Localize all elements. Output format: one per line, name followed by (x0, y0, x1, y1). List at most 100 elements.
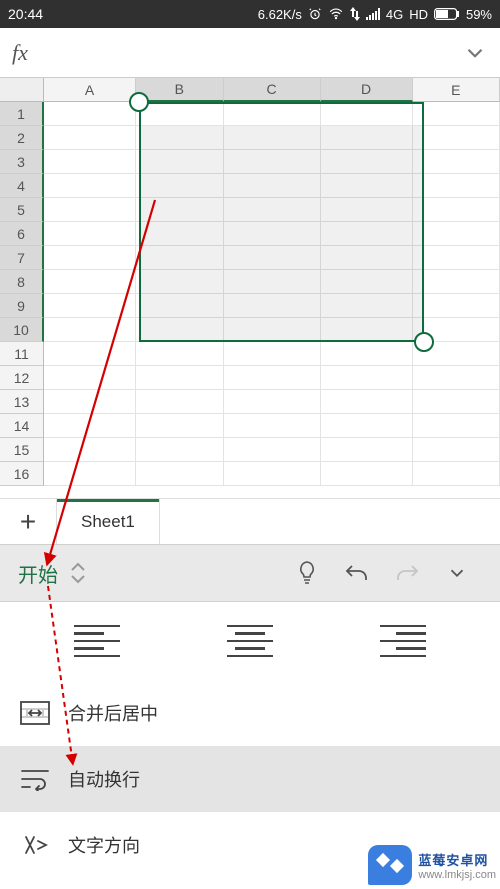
cell[interactable] (321, 198, 413, 222)
selection-handle-br[interactable] (414, 332, 434, 352)
cell[interactable] (321, 342, 413, 366)
row-header[interactable]: 12 (0, 366, 44, 390)
add-sheet-button[interactable]: + (0, 499, 56, 544)
cell[interactable] (321, 366, 413, 390)
cell[interactable] (136, 462, 223, 486)
cell[interactable] (44, 438, 136, 462)
cell[interactable] (224, 270, 321, 294)
cell[interactable] (136, 150, 223, 174)
cell[interactable] (321, 294, 413, 318)
cell[interactable] (44, 102, 136, 126)
cell[interactable] (413, 270, 500, 294)
cell[interactable] (321, 222, 413, 246)
cell[interactable] (224, 246, 321, 270)
row-header[interactable]: 1 (0, 102, 44, 126)
redo-button[interactable] (382, 562, 432, 584)
ribbon-tab-switcher[interactable] (70, 562, 86, 584)
cell[interactable] (321, 174, 413, 198)
cell[interactable] (413, 222, 500, 246)
cell[interactable] (136, 246, 223, 270)
cell[interactable] (44, 462, 136, 486)
wrap-text-button[interactable]: 自动换行 (0, 746, 500, 812)
cell[interactable] (413, 462, 500, 486)
cell[interactable] (321, 126, 413, 150)
cell[interactable] (44, 174, 136, 198)
cell[interactable] (321, 246, 413, 270)
cell[interactable] (44, 126, 136, 150)
cell[interactable] (224, 342, 321, 366)
row-header[interactable]: 4 (0, 174, 44, 198)
cell[interactable] (136, 318, 223, 342)
cell[interactable] (136, 366, 223, 390)
cell[interactable] (136, 438, 223, 462)
align-center-button[interactable] (227, 625, 273, 658)
column-header[interactable]: A (44, 78, 136, 102)
cell[interactable] (44, 198, 136, 222)
row-header[interactable]: 11 (0, 342, 44, 366)
align-right-button[interactable] (380, 625, 426, 658)
cell[interactable] (44, 246, 136, 270)
cell[interactable] (413, 102, 500, 126)
cell[interactable] (224, 462, 321, 486)
select-all-corner[interactable] (0, 78, 44, 102)
cell[interactable] (321, 462, 413, 486)
cell[interactable] (44, 318, 136, 342)
cell[interactable] (44, 342, 136, 366)
cell[interactable] (136, 102, 223, 126)
row-header[interactable]: 2 (0, 126, 44, 150)
row-header[interactable]: 14 (0, 414, 44, 438)
cell[interactable] (136, 126, 223, 150)
cell[interactable] (44, 270, 136, 294)
column-header[interactable]: E (413, 78, 500, 102)
cell[interactable] (321, 438, 413, 462)
cell[interactable] (224, 174, 321, 198)
cell[interactable] (136, 198, 223, 222)
row-header[interactable]: 9 (0, 294, 44, 318)
cell[interactable] (413, 294, 500, 318)
cell[interactable] (44, 390, 136, 414)
row-header[interactable]: 5 (0, 198, 44, 222)
column-header[interactable]: B (136, 78, 223, 102)
cell[interactable] (44, 294, 136, 318)
cell[interactable] (224, 102, 321, 126)
cell[interactable] (413, 198, 500, 222)
cell[interactable] (224, 294, 321, 318)
undo-button[interactable] (332, 562, 382, 584)
cell[interactable] (136, 390, 223, 414)
cell[interactable] (413, 390, 500, 414)
cell[interactable] (321, 102, 413, 126)
column-header[interactable]: C (224, 78, 321, 102)
cell[interactable] (136, 294, 223, 318)
chevron-down-icon[interactable] (462, 40, 488, 66)
ribbon-collapse-button[interactable] (432, 562, 482, 584)
cell[interactable] (224, 318, 321, 342)
cell[interactable] (136, 270, 223, 294)
row-header[interactable]: 7 (0, 246, 44, 270)
cell[interactable] (413, 174, 500, 198)
cell[interactable] (136, 174, 223, 198)
cell[interactable] (224, 198, 321, 222)
cell[interactable] (413, 150, 500, 174)
cell[interactable] (44, 414, 136, 438)
cell[interactable] (413, 414, 500, 438)
selection-handle-tl[interactable] (129, 92, 149, 112)
cell[interactable] (224, 390, 321, 414)
cell[interactable] (413, 438, 500, 462)
cell[interactable] (224, 126, 321, 150)
cell[interactable] (224, 222, 321, 246)
cell[interactable] (136, 342, 223, 366)
row-header[interactable]: 16 (0, 462, 44, 486)
align-left-button[interactable] (74, 625, 120, 658)
cell[interactable] (136, 222, 223, 246)
row-header[interactable]: 6 (0, 222, 44, 246)
cell[interactable] (224, 438, 321, 462)
cell[interactable] (321, 150, 413, 174)
row-header[interactable]: 10 (0, 318, 44, 342)
row-header[interactable]: 8 (0, 270, 44, 294)
cell[interactable] (224, 414, 321, 438)
cell[interactable] (44, 222, 136, 246)
cell[interactable] (321, 318, 413, 342)
row-header[interactable]: 15 (0, 438, 44, 462)
cell[interactable] (321, 390, 413, 414)
row-header[interactable]: 3 (0, 150, 44, 174)
